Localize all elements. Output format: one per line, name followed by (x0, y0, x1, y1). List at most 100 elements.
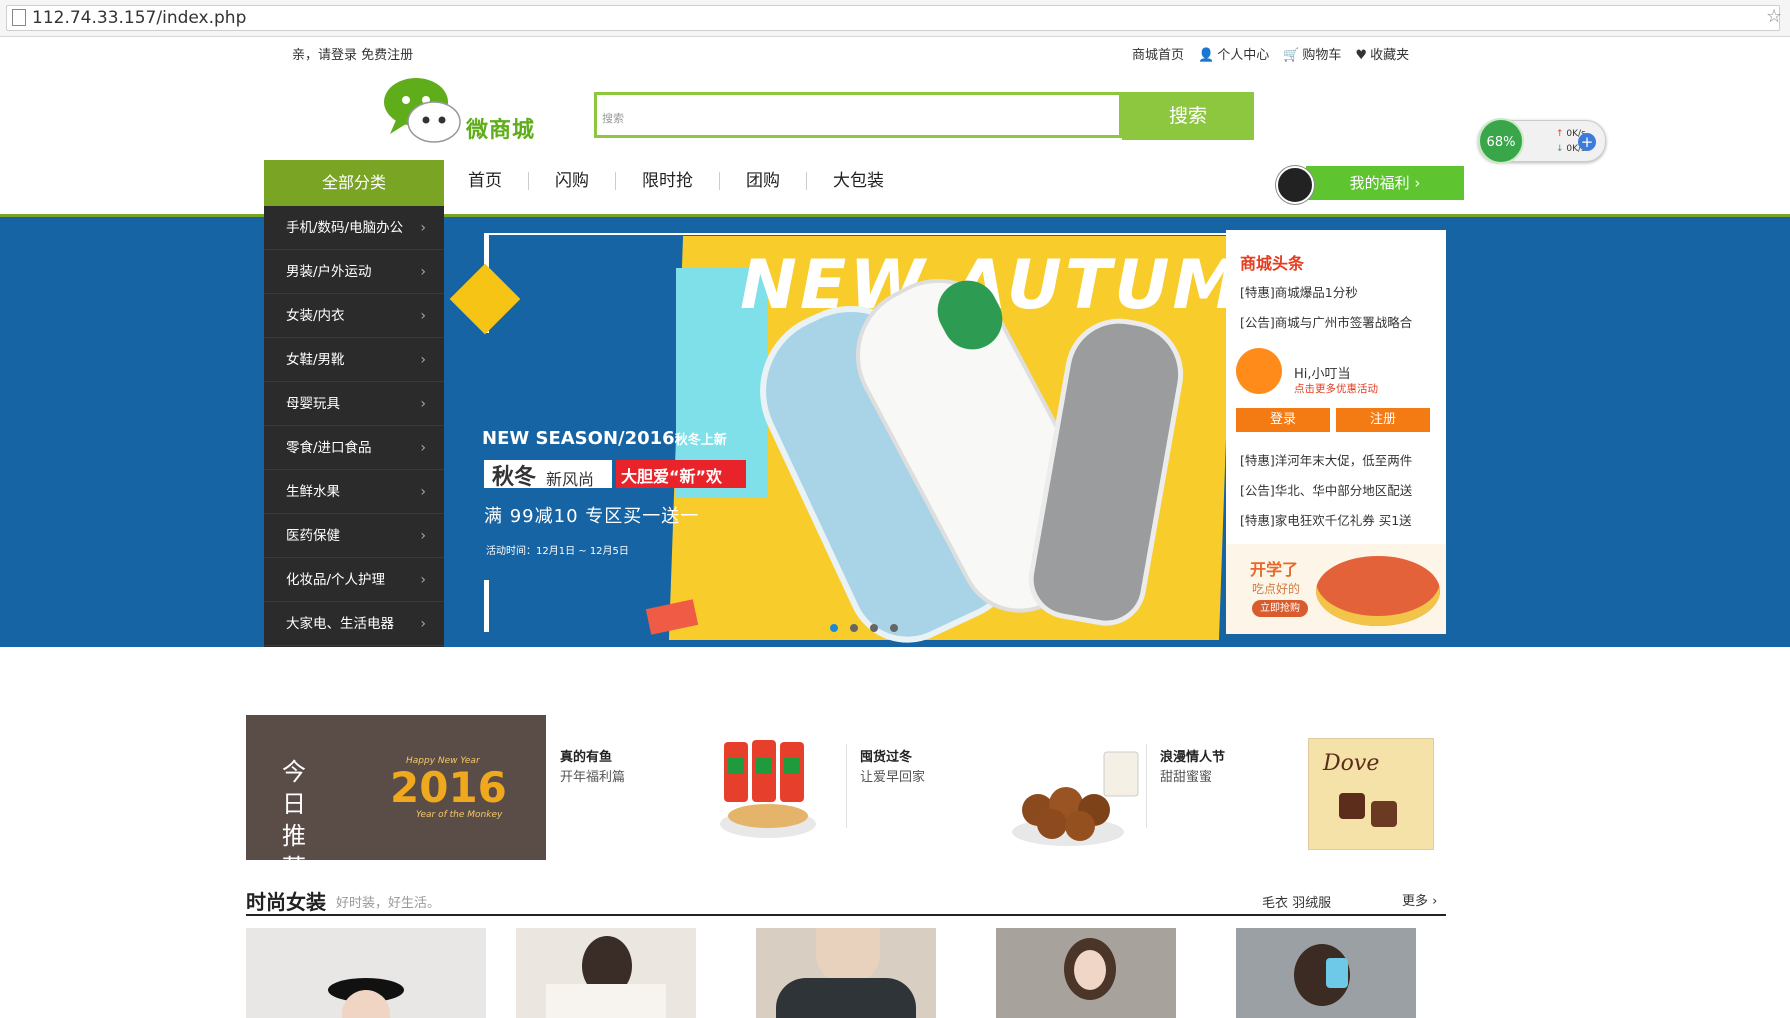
chocolate-piece (1371, 801, 1397, 827)
bookmark-star-icon[interactable]: ☆ (1766, 6, 1782, 27)
cart-icon: 🛒 (1283, 48, 1300, 63)
section-more-link[interactable]: 更多 › (1402, 890, 1437, 909)
news-item[interactable]: [特惠]家电狂欢千亿礼券 买1送 (1240, 510, 1412, 529)
search-placeholder: 搜索 (602, 112, 624, 125)
carousel-dot[interactable] (870, 624, 878, 632)
product-card[interactable] (996, 928, 1176, 1018)
buy-now-button[interactable]: 立即抢购 (1252, 600, 1308, 617)
nav-flash-sale[interactable]: 闪购 (555, 172, 616, 190)
face-shape (1074, 950, 1106, 990)
news-item[interactable]: [特惠]洋河年末大促，低至两件 (1240, 450, 1412, 469)
chevron-right-icon: › (420, 264, 426, 280)
speed-percent: 68% (1478, 118, 1524, 164)
category-item[interactable]: 大家电、生活电器 › (264, 602, 444, 646)
promo-title: 开学了 (1250, 560, 1299, 579)
section-subtitle: 好时装，好生活。 (336, 896, 441, 911)
top-nav-home[interactable]: 商城首页 (1132, 44, 1184, 63)
category-label: 男装/户外运动 (286, 264, 372, 280)
category-label: 大家电、生活电器 (286, 616, 394, 632)
rec-item-title[interactable]: 浪漫情人节 (1160, 746, 1225, 765)
category-item[interactable]: 手机/数码/电脑办公 › (264, 206, 444, 250)
nav-big-pack[interactable]: 大包装 (833, 172, 910, 190)
rec-divider (1146, 744, 1147, 828)
section-tag-links[interactable]: 毛衣 羽绒服 (1262, 892, 1331, 911)
rec-divider (846, 744, 847, 828)
login-register-link[interactable]: 亲，请登录 免费注册 (292, 44, 413, 63)
neck-shape (816, 928, 880, 984)
category-item[interactable]: 化妆品/个人护理 › (264, 558, 444, 602)
banner-frame (484, 580, 489, 632)
category-item[interactable]: 生鲜水果 › (264, 470, 444, 514)
category-label: 手机/数码/电脑办公 (286, 220, 404, 236)
heart-icon: ♥ (1355, 48, 1368, 63)
product-card[interactable] (756, 928, 936, 1018)
news-title: 商城头条 (1240, 254, 1305, 273)
category-label: 女装/内衣 (286, 308, 345, 324)
all-categories-button[interactable]: 全部分类 (264, 160, 444, 206)
plus-icon[interactable]: + (1578, 133, 1596, 151)
url-text[interactable]: 112.74.33.157/index.php (32, 8, 246, 28)
chevron-right-icon: › (420, 220, 426, 236)
my-welfare-button[interactable]: 我的福利 › (1306, 166, 1464, 200)
activity-time: 活动时间：12月1日 ~ 12月5日 (486, 546, 629, 557)
season-cn-text: 秋冬上新 (674, 433, 727, 448)
snack-fish-image[interactable] (716, 738, 824, 842)
dove-label: Dove (1323, 751, 1380, 776)
rec-item-title[interactable]: 真的有鱼 (560, 746, 612, 765)
macadamia-nuts-image[interactable] (1008, 748, 1142, 848)
product-card[interactable] (516, 928, 696, 1018)
season-text: NEW SEASON/2016 (482, 428, 675, 449)
carousel-dot[interactable] (830, 624, 838, 632)
rec-item-title[interactable]: 囤货过冬 (860, 746, 912, 765)
category-item[interactable]: 女鞋/男靴 › (264, 338, 444, 382)
news-item[interactable]: [公告]商城与广州市签署战略合 (1240, 312, 1412, 331)
chevron-right-icon: › (420, 616, 426, 632)
top-nav: 商城首页 👤 个人中心 🛒 购物车 ♥ 收藏夹 (1132, 44, 1409, 63)
carousel-dot[interactable] (890, 624, 898, 632)
chevron-right-icon: › (420, 484, 426, 500)
carousel-dot[interactable] (850, 624, 858, 632)
nav-group-buy[interactable]: 团购 (746, 172, 807, 190)
url-field[interactable] (6, 5, 1780, 31)
chevron-right-icon: › (420, 308, 426, 324)
logo-text[interactable]: 微商城 (466, 112, 535, 144)
promo-subtitle: 吃点好的 (1252, 582, 1301, 596)
chevron-right-icon: › (420, 352, 426, 368)
section-divider (246, 914, 1446, 916)
dove-chocolate-image[interactable]: Dove (1308, 738, 1434, 850)
top-nav-favorites[interactable]: ♥ 收藏夹 (1355, 44, 1409, 63)
news-item[interactable]: [公告]华北、华中部分地区配送 (1240, 480, 1412, 499)
category-label: 母婴玩具 (286, 396, 340, 412)
category-item[interactable]: 母婴玩具 › (264, 382, 444, 426)
category-item[interactable]: 零食/进口食品 › (264, 426, 444, 470)
nav-home[interactable]: 首页 (468, 172, 529, 190)
category-label: 生鲜水果 (286, 484, 340, 500)
main-nav: 首页 闪购 限时抢 团购 大包装 (468, 172, 936, 190)
product-card[interactable] (1236, 928, 1416, 1018)
food-image (1316, 556, 1440, 626)
product-card[interactable] (246, 928, 486, 1018)
more-offers-link[interactable]: 点击更多优惠活动 (1294, 381, 1378, 396)
nav-limited-time[interactable]: 限时抢 (642, 172, 720, 190)
sweater-shape (776, 978, 916, 1018)
search-button[interactable]: 搜索 (1122, 92, 1254, 140)
category-label: 医药保健 (286, 528, 340, 544)
top-nav-favorites-label: 收藏夹 (1370, 48, 1410, 63)
category-item[interactable]: 男装/户外运动 › (264, 250, 444, 294)
register-button[interactable]: 注册 (1336, 408, 1430, 432)
search-input[interactable] (594, 92, 1122, 138)
top-nav-cart[interactable]: 🛒 购物车 (1283, 44, 1341, 63)
rec-item-subtitle: 让爱早回家 (860, 770, 926, 785)
user-avatar (1236, 348, 1282, 394)
today-recommend-text: 今日推荐 (282, 758, 306, 882)
xinfengshang-text: 新风尚 (546, 470, 595, 489)
login-button[interactable]: 登录 (1236, 408, 1330, 432)
rec-item-subtitle: 甜甜蜜蜜 (1160, 770, 1213, 785)
category-item[interactable]: 医药保健 › (264, 514, 444, 558)
category-label: 零食/进口食品 (286, 440, 372, 456)
year-text: 2016 (390, 763, 507, 812)
top-nav-user-center[interactable]: 👤 个人中心 (1198, 44, 1269, 63)
category-label: 女鞋/男靴 (286, 352, 345, 368)
category-item[interactable]: 女装/内衣 › (264, 294, 444, 338)
news-item[interactable]: [特惠]商城爆品1分秒 (1240, 282, 1358, 301)
